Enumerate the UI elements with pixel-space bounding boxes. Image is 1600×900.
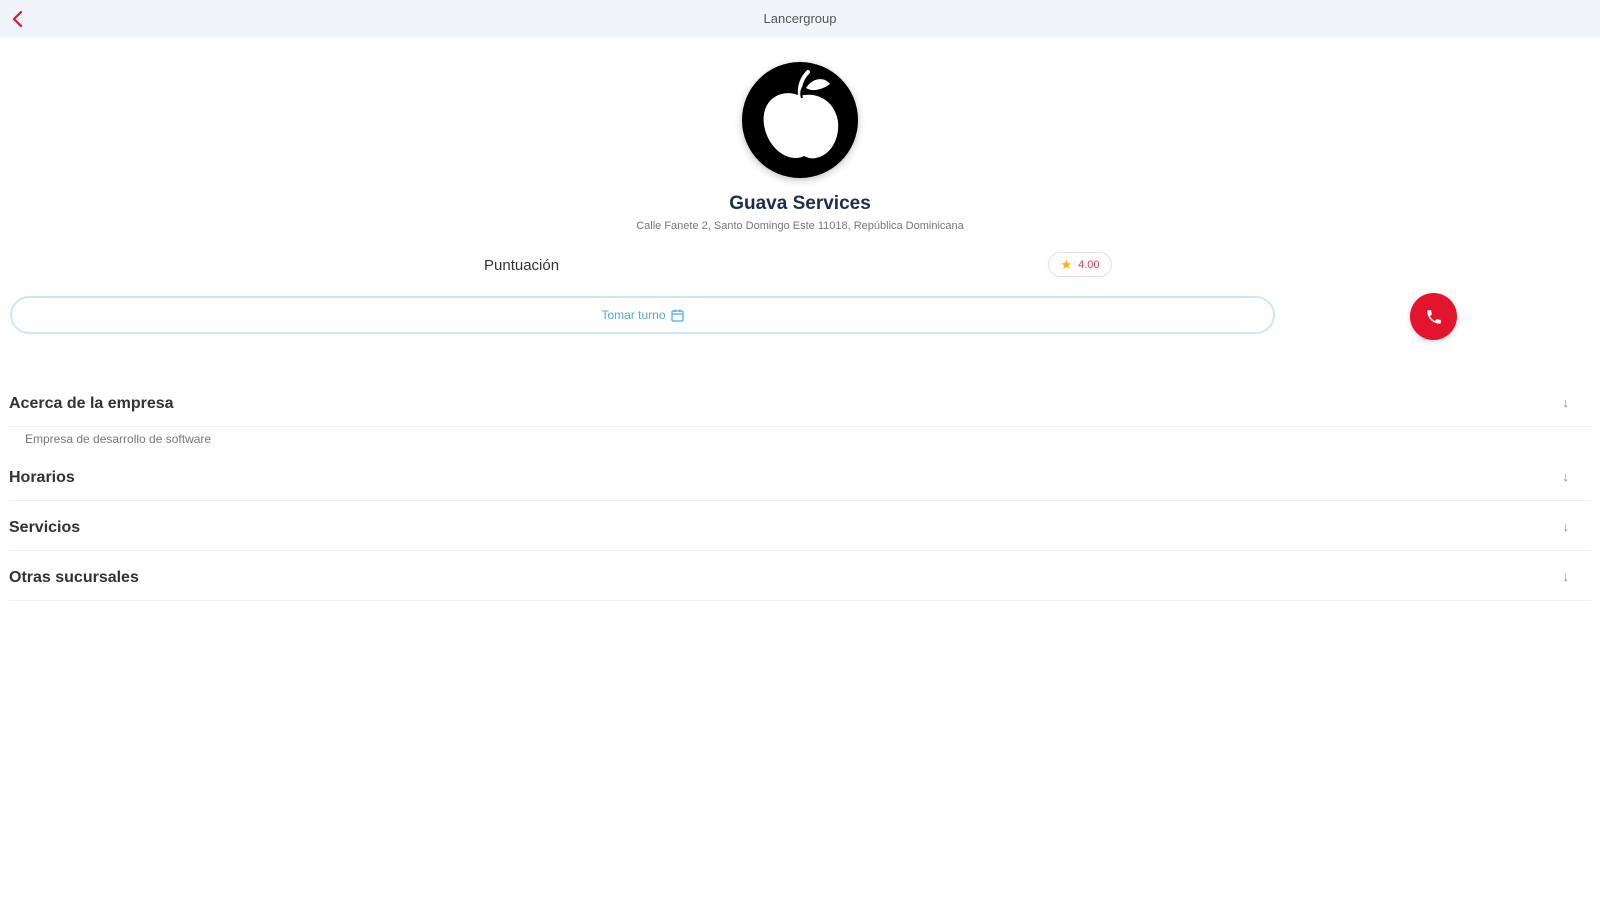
calendar-icon — [670, 309, 684, 322]
top-bar: Lancergroup — [0, 0, 1600, 38]
section-title: Horarios — [9, 469, 75, 486]
section-title: Otras sucursales — [9, 569, 139, 586]
arrow-down-icon: ↓ — [1562, 395, 1570, 410]
company-address: Calle Fanete 2, Santo Domingo Este 11018… — [636, 220, 964, 232]
star-icon: ★ — [1060, 256, 1073, 272]
section-branches[interactable]: Otras sucursales ↓ — [9, 557, 1591, 601]
take-turn-button[interactable]: Tomar turno — [10, 296, 1275, 334]
arrow-down-icon: ↓ — [1562, 469, 1570, 484]
section-schedule[interactable]: Horarios ↓ — [9, 457, 1591, 501]
section-title: Servicios — [9, 519, 81, 536]
rating-label: Puntuación — [484, 257, 560, 274]
rating-badge: ★ 4.00 — [1048, 252, 1112, 277]
call-button[interactable] — [1410, 293, 1457, 340]
about-description: Empresa de desarrollo de software — [25, 432, 212, 446]
arrow-down-icon: ↓ — [1562, 569, 1570, 584]
chevron-left-icon — [12, 10, 23, 28]
company-logo — [742, 62, 858, 178]
apple-logo-icon — [763, 70, 839, 159]
section-about[interactable]: Acerca de la empresa ↓ — [9, 383, 1591, 427]
phone-icon — [1426, 309, 1441, 324]
take-turn-label: Tomar turno — [601, 308, 666, 322]
arrow-down-icon: ↓ — [1562, 519, 1570, 534]
company-name: Guava Services — [729, 193, 871, 214]
rating-value: 4.00 — [1078, 258, 1100, 271]
back-button[interactable] — [6, 7, 30, 31]
section-title: Acerca de la empresa — [9, 395, 174, 412]
section-services[interactable]: Servicios ↓ — [9, 507, 1591, 551]
page-title: Lancergroup — [763, 11, 837, 26]
